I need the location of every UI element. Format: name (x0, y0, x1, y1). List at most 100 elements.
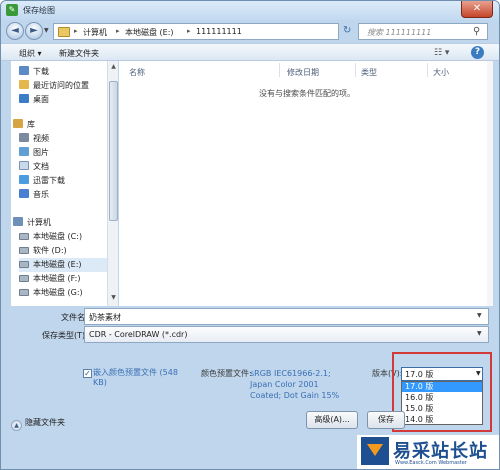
breadcrumb-drive-e[interactable]: 本地磁盘 (E:) (125, 27, 174, 38)
breadcrumb-separator-icon[interactable]: ▸ (74, 27, 78, 35)
save-type-label: 保存类型(T): (42, 331, 88, 340)
nav-item-label: 本地磁盘 (E:) (33, 260, 82, 269)
nav-item-label: 视频 (33, 134, 49, 143)
drive-icon (19, 275, 29, 282)
music-icon (19, 189, 29, 198)
breadcrumb-separator-icon[interactable]: ▸ (187, 27, 191, 35)
document-icon (19, 161, 29, 170)
desktop-icon (19, 94, 29, 103)
recent-places-icon (19, 80, 29, 89)
save-type-select[interactable]: CDR - CorelDRAW (*.cdr) (84, 326, 489, 343)
nav-item-drive-c[interactable]: 本地磁盘 (C:) (19, 230, 117, 244)
save-type-dropdown-icon[interactable]: ▼ (477, 330, 482, 337)
breadcrumb-folder[interactable]: 111111111 (196, 27, 242, 36)
filename-dropdown-icon[interactable]: ▼ (477, 312, 482, 319)
search-icon[interactable]: ⚲ (473, 26, 480, 37)
nav-item-label: 本地磁盘 (G:) (33, 288, 83, 297)
navigation-pane: 下载 最近访问的位置 桌面 库 视频 图片 文档 迅雷下载 音乐 计算机 本地磁… (11, 61, 118, 306)
computer-icon (13, 217, 23, 226)
column-header-name[interactable]: 名称 (129, 67, 145, 78)
file-list-scrollbar[interactable] (487, 61, 493, 306)
watermark-subtext: Www.Easck.Com Webmaster (395, 460, 467, 466)
nav-item-label: 本地磁盘 (F:) (33, 274, 81, 283)
folder-icon (58, 27, 70, 37)
nav-item-drive-f[interactable]: 本地磁盘 (F:) (19, 272, 117, 286)
organize-menu[interactable]: 组织 ▾ (19, 48, 42, 59)
forward-button[interactable]: ► (25, 22, 43, 40)
chevron-up-icon: ▲ (11, 420, 22, 431)
column-divider[interactable] (355, 63, 356, 77)
nav-item-label: 下载 (33, 67, 49, 76)
nav-item-label: 文档 (33, 162, 49, 171)
save-button[interactable]: 保存 (367, 411, 405, 429)
scroll-down-arrow-icon[interactable]: ▼ (109, 294, 118, 303)
nav-item-library[interactable]: 库 (13, 118, 111, 132)
nav-item-label: 图片 (33, 148, 49, 157)
embed-color-profile-label[interactable]: 嵌入颜色预置文件 (548 KB) (93, 368, 193, 388)
address-row: ◄ ► ▼ ▸ 计算机 ▸ 本地磁盘 (E:) ▸ 111111111 ▼ ↻ … (1, 20, 499, 42)
nav-item-label: 音乐 (33, 190, 49, 199)
back-button[interactable]: ◄ (6, 22, 24, 40)
drive-icon (19, 247, 29, 254)
help-icon[interactable]: ? (471, 46, 484, 59)
command-toolbar: 组织 ▾ 新建文件夹 ☷ ▾ ? (1, 43, 499, 61)
nav-item-label: 计算机 (27, 218, 51, 227)
recent-locations-dropdown-icon[interactable]: ▼ (44, 27, 49, 34)
view-options-icon[interactable]: ☷ ▾ (434, 48, 449, 58)
close-button[interactable]: ✕ (461, 1, 493, 18)
nav-item-label: 库 (27, 120, 35, 129)
column-divider[interactable] (427, 63, 428, 77)
nav-item-drive-g[interactable]: 本地磁盘 (G:) (19, 286, 117, 300)
nav-item-computer[interactable]: 计算机 (13, 216, 111, 230)
hide-folders-toggle[interactable]: ▲ 隐藏文件夹 (11, 417, 65, 431)
hide-folders-label: 隐藏文件夹 (25, 418, 65, 427)
site-watermark: 易采站长站 Www.Easck.Com Webmaster (357, 435, 499, 469)
search-box[interactable]: 搜索 111111111 ⚲ (358, 23, 488, 40)
nav-item-label: 桌面 (33, 95, 49, 104)
title-bar: ✎ 保存绘图 ✕ (1, 1, 499, 20)
nav-item-desktop[interactable]: 桌面 (19, 93, 117, 107)
nav-item-label: 软件 (D:) (33, 246, 67, 255)
xunlei-icon (19, 175, 29, 184)
color-profile-label: 颜色预置文件: (201, 369, 252, 378)
window-title: 保存绘图 (23, 6, 55, 15)
nav-item-video[interactable]: 视频 (19, 132, 117, 146)
scroll-up-arrow-icon[interactable]: ▲ (109, 63, 118, 72)
nav-item-music[interactable]: 音乐 (19, 188, 117, 202)
breadcrumb-computer[interactable]: 计算机 (83, 27, 107, 38)
drive-icon (19, 261, 29, 268)
nav-item-drive-e[interactable]: 本地磁盘 (E:) (19, 258, 117, 272)
column-header-size[interactable]: 大小 (433, 67, 449, 78)
library-icon (13, 119, 23, 128)
scrollbar-thumb[interactable] (109, 81, 118, 221)
column-header-type[interactable]: 类型 (361, 67, 377, 78)
nav-item-label: 本地磁盘 (C:) (33, 232, 83, 241)
column-header-modified[interactable]: 修改日期 (287, 67, 319, 78)
nav-item-xunlei-downloads[interactable]: 迅雷下载 (19, 174, 117, 188)
color-profile-value: sRGB IEC61966-2.1; Japan Color 2001 Coat… (250, 369, 340, 400)
embed-color-profile-checkbox[interactable]: ✓ (83, 369, 92, 378)
drive-icon (19, 289, 29, 296)
nav-item-drive-d[interactable]: 软件 (D:) (19, 244, 117, 258)
nav-item-recent-places[interactable]: 最近访问的位置 (19, 79, 117, 93)
nav-item-pictures[interactable]: 图片 (19, 146, 117, 160)
breadcrumb-separator-icon[interactable]: ▸ (116, 27, 120, 35)
video-icon (19, 133, 29, 142)
navigation-scrollbar[interactable]: ▲ ▼ (107, 61, 118, 306)
new-folder-button[interactable]: 新建文件夹 (59, 48, 99, 59)
nav-item-downloads[interactable]: 下载 (19, 65, 117, 79)
picture-icon (19, 147, 29, 156)
empty-results-message: 没有与搜索条件匹配的项。 (259, 89, 355, 98)
nav-item-documents[interactable]: 文档 (19, 160, 117, 174)
address-bar[interactable]: ▸ 计算机 ▸ 本地磁盘 (E:) ▸ 111111111 ▼ (53, 23, 384, 40)
nav-item-label: 迅雷下载 (33, 176, 65, 185)
filename-input[interactable]: 奶茶素材 (84, 308, 489, 325)
drive-icon (19, 233, 29, 240)
column-divider[interactable] (279, 63, 280, 77)
save-dialog-window: ✎ 保存绘图 ✕ ◄ ► ▼ ▸ 计算机 ▸ 本地磁盘 (E:) ▸ 11111… (0, 0, 500, 470)
coreldraw-app-icon: ✎ (6, 4, 18, 16)
file-list-pane: 名称 修改日期 类型 大小 没有与搜索条件匹配的项。 (119, 61, 487, 306)
refresh-icon[interactable]: ↻ (343, 25, 351, 36)
search-input[interactable]: 搜索 111111111 (367, 27, 431, 38)
advanced-button[interactable]: 高级(A)... (306, 411, 358, 429)
